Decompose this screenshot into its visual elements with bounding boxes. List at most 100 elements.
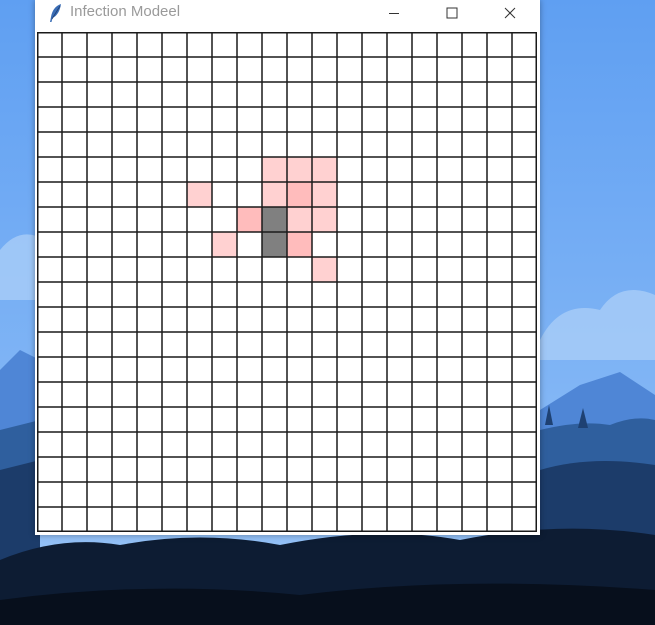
grid-cell-healthy[interactable] bbox=[487, 157, 512, 182]
grid-cell-healthy[interactable] bbox=[37, 332, 62, 357]
grid-cell-healthy[interactable] bbox=[187, 57, 212, 82]
grid-cell-healthy[interactable] bbox=[237, 407, 262, 432]
grid-cell-healthy[interactable] bbox=[462, 307, 487, 332]
grid-cell-healthy[interactable] bbox=[112, 132, 137, 157]
grid-cell-healthy[interactable] bbox=[312, 307, 337, 332]
grid-cell-healthy[interactable] bbox=[487, 257, 512, 282]
grid-cell-healthy[interactable] bbox=[437, 257, 462, 282]
grid-cell-healthy[interactable] bbox=[262, 357, 287, 382]
grid-cell-healthy[interactable] bbox=[487, 182, 512, 207]
grid-cell-healthy[interactable] bbox=[387, 507, 412, 532]
grid-cell-healthy[interactable] bbox=[337, 332, 362, 357]
grid-cell-healthy[interactable] bbox=[62, 32, 87, 57]
grid-cell-healthy[interactable] bbox=[387, 382, 412, 407]
grid-cell-healthy[interactable] bbox=[37, 482, 62, 507]
grid-cell-healthy[interactable] bbox=[387, 82, 412, 107]
grid-cell-healthy[interactable] bbox=[37, 432, 62, 457]
grid-cell-healthy[interactable] bbox=[162, 457, 187, 482]
grid-cell-healthy[interactable] bbox=[362, 107, 387, 132]
grid-cell-healthy[interactable] bbox=[362, 207, 387, 232]
grid-cell-healthy[interactable] bbox=[387, 157, 412, 182]
grid-cell-healthy[interactable] bbox=[262, 107, 287, 132]
grid-cell-healthy[interactable] bbox=[162, 57, 187, 82]
grid-cell-healthy[interactable] bbox=[512, 407, 537, 432]
grid-cell-healthy[interactable] bbox=[137, 207, 162, 232]
grid-cell-healthy[interactable] bbox=[112, 32, 137, 57]
grid-cell-healthy[interactable] bbox=[212, 357, 237, 382]
grid-cell-healthy[interactable] bbox=[237, 57, 262, 82]
grid-cell-exposed[interactable] bbox=[212, 232, 237, 257]
grid-cell-healthy[interactable] bbox=[287, 57, 312, 82]
grid-cell-healthy[interactable] bbox=[462, 457, 487, 482]
grid-cell-healthy[interactable] bbox=[387, 257, 412, 282]
grid-cell-healthy[interactable] bbox=[262, 382, 287, 407]
grid-cell-healthy[interactable] bbox=[162, 107, 187, 132]
grid-cell-healthy[interactable] bbox=[187, 32, 212, 57]
grid-cell-healthy[interactable] bbox=[462, 32, 487, 57]
grid-cell-healthy[interactable] bbox=[387, 57, 412, 82]
grid-cell-healthy[interactable] bbox=[287, 457, 312, 482]
grid-cell-healthy[interactable] bbox=[162, 382, 187, 407]
grid-cell-healthy[interactable] bbox=[87, 57, 112, 82]
grid-cell-healthy[interactable] bbox=[137, 132, 162, 157]
grid-cell-healthy[interactable] bbox=[337, 407, 362, 432]
grid-cell-healthy[interactable] bbox=[362, 357, 387, 382]
grid-cell-healthy[interactable] bbox=[512, 32, 537, 57]
grid-cell-healthy[interactable] bbox=[62, 82, 87, 107]
grid-cell-healthy[interactable] bbox=[137, 307, 162, 332]
grid-cell-healthy[interactable] bbox=[487, 357, 512, 382]
grid-cell-healthy[interactable] bbox=[462, 357, 487, 382]
grid-cell-healthy[interactable] bbox=[512, 382, 537, 407]
grid-cell-healthy[interactable] bbox=[37, 82, 62, 107]
grid-cell-healthy[interactable] bbox=[462, 507, 487, 532]
grid-cell-healthy[interactable] bbox=[462, 132, 487, 157]
grid-cell-healthy[interactable] bbox=[387, 482, 412, 507]
grid-cell-healthy[interactable] bbox=[262, 432, 287, 457]
grid-cell-healthy[interactable] bbox=[162, 307, 187, 332]
grid-cell-healthy[interactable] bbox=[287, 257, 312, 282]
grid-cell-healthy[interactable] bbox=[337, 482, 362, 507]
grid-cell-healthy[interactable] bbox=[262, 32, 287, 57]
grid-cell-infected[interactable] bbox=[237, 207, 262, 232]
grid-cell-healthy[interactable] bbox=[212, 457, 237, 482]
grid-cell-healthy[interactable] bbox=[287, 332, 312, 357]
grid-cell-healthy[interactable] bbox=[87, 32, 112, 57]
grid-cell-healthy[interactable] bbox=[487, 232, 512, 257]
grid-cell-healthy[interactable] bbox=[262, 82, 287, 107]
grid-cell-healthy[interactable] bbox=[412, 232, 437, 257]
grid-cell-healthy[interactable] bbox=[237, 232, 262, 257]
grid-cell-healthy[interactable] bbox=[337, 132, 362, 157]
grid-cell-healthy[interactable] bbox=[337, 282, 362, 307]
grid-cell-healthy[interactable] bbox=[337, 507, 362, 532]
grid-cell-healthy[interactable] bbox=[462, 257, 487, 282]
grid-cell-healthy[interactable] bbox=[237, 157, 262, 182]
grid-cell-healthy[interactable] bbox=[37, 307, 62, 332]
grid-cell-healthy[interactable] bbox=[112, 507, 137, 532]
grid-cell-healthy[interactable] bbox=[462, 207, 487, 232]
grid-cell-healthy[interactable] bbox=[262, 132, 287, 157]
grid-cell-healthy[interactable] bbox=[137, 407, 162, 432]
grid-cell-healthy[interactable] bbox=[162, 507, 187, 532]
grid-cell-healthy[interactable] bbox=[362, 182, 387, 207]
grid-cell-healthy[interactable] bbox=[362, 157, 387, 182]
grid-cell-healthy[interactable] bbox=[62, 332, 87, 357]
grid-cell-healthy[interactable] bbox=[87, 157, 112, 182]
title-bar[interactable]: Infection Modeel bbox=[35, 0, 540, 28]
grid-cell-healthy[interactable] bbox=[212, 482, 237, 507]
grid-cell-healthy[interactable] bbox=[387, 407, 412, 432]
grid-cell-healthy[interactable] bbox=[362, 507, 387, 532]
grid-cell-healthy[interactable] bbox=[187, 307, 212, 332]
grid-cell-healthy[interactable] bbox=[462, 82, 487, 107]
grid-cell-healthy[interactable] bbox=[437, 382, 462, 407]
grid-cell-healthy[interactable] bbox=[337, 457, 362, 482]
grid-cell-healthy[interactable] bbox=[387, 132, 412, 157]
grid-cell-healthy[interactable] bbox=[87, 357, 112, 382]
grid-cell-healthy[interactable] bbox=[437, 207, 462, 232]
grid-cell-healthy[interactable] bbox=[312, 32, 337, 57]
simulation-canvas[interactable] bbox=[37, 32, 537, 532]
grid-cell-healthy[interactable] bbox=[362, 457, 387, 482]
grid-cell-healthy[interactable] bbox=[212, 507, 237, 532]
grid-cell-healthy[interactable] bbox=[237, 182, 262, 207]
grid-cell-healthy[interactable] bbox=[337, 182, 362, 207]
grid-cell-healthy[interactable] bbox=[162, 32, 187, 57]
